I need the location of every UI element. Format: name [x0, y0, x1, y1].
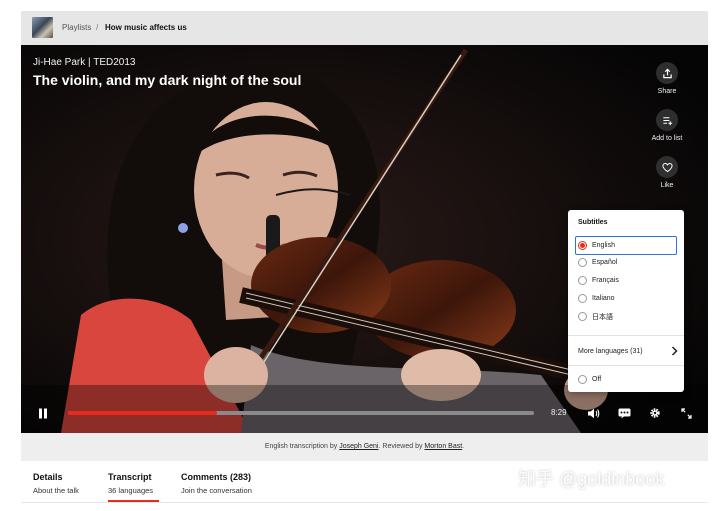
like-label: Like [660, 182, 674, 189]
subtitle-option-english[interactable]: English [575, 236, 677, 255]
radio-icon [578, 312, 587, 321]
add-to-list-icon[interactable] [656, 109, 678, 131]
transcript-credit: English transcription by Joseph Geni. Re… [21, 443, 708, 450]
subtitle-option-japanese[interactable]: 日本語 [576, 308, 676, 325]
subtitle-option-francais[interactable]: Français [576, 272, 676, 289]
subtitle-option-label: English [592, 242, 615, 249]
add-to-list-label: Add to list [651, 135, 683, 142]
menu-divider [568, 365, 684, 366]
credit-middle: . Reviewed by [378, 443, 423, 450]
share-icon[interactable] [656, 62, 678, 84]
playlist-thumbnail[interactable] [32, 17, 53, 38]
progress-bar[interactable] [68, 411, 534, 415]
radio-icon [578, 276, 587, 285]
radio-icon [578, 294, 587, 303]
fullscreen-button[interactable] [677, 404, 695, 422]
volume-button[interactable] [584, 404, 602, 422]
subtitle-option-label: Español [592, 259, 618, 266]
gear-icon [650, 408, 660, 418]
subtitle-option-italiano[interactable]: Italiano [576, 290, 676, 307]
tab-label: Comments (283) [181, 472, 252, 482]
add-to-list-action[interactable]: Add to list [637, 109, 697, 142]
chevron-right-icon [671, 346, 678, 356]
tab-label: Details [33, 472, 63, 482]
radio-icon [578, 241, 587, 250]
pause-button[interactable] [35, 405, 51, 421]
credit-prefix: English transcription by [264, 443, 338, 450]
speaker-name: Ji-Hae Park | TED2013 [33, 57, 136, 68]
tab-transcript[interactable]: Transcript 36 languages [108, 472, 153, 495]
tab-label: Transcript [108, 472, 152, 482]
subtitle-option-label: Off [592, 376, 602, 383]
tab-sublabel: About the talk [33, 486, 79, 495]
settings-button[interactable] [646, 404, 664, 422]
tab-sublabel: 36 languages [108, 486, 154, 495]
reviewer-link[interactable]: Morton Bast [424, 443, 462, 450]
like-action[interactable]: Like [637, 156, 697, 189]
time-remaining: 8:29 [551, 408, 567, 417]
breadcrumb-separator: / [96, 23, 99, 32]
share-action[interactable]: Share [637, 62, 697, 95]
subtitles-menu: Subtitles English Español Français Itali… [568, 210, 684, 392]
subtitles-icon [618, 408, 630, 418]
subtitle-option-label: Français [592, 277, 619, 284]
tab-details[interactable]: Details About the talk [33, 472, 79, 495]
transcriber-link[interactable]: Joseph Geni [339, 443, 378, 450]
radio-icon [578, 375, 587, 384]
subtitle-option-off[interactable]: Off [576, 371, 676, 388]
progress-fill [68, 411, 218, 415]
pause-icon [39, 408, 47, 418]
subtitles-button[interactable] [615, 404, 633, 422]
subtitle-option-label: 日本語 [592, 313, 613, 321]
fullscreen-icon [680, 407, 692, 419]
more-languages-label: More languages (31) [578, 347, 643, 355]
menu-divider [568, 335, 684, 336]
tab-comments[interactable]: Comments (283) Join the conversation [181, 472, 252, 495]
subtitle-option-label: Italiano [592, 295, 615, 302]
subtitles-heading: Subtitles [578, 219, 608, 226]
tabs-divider [21, 502, 708, 503]
breadcrumb-playlists-link[interactable]: Playlists [62, 23, 91, 32]
transcript-credit-bar: English transcription by Joseph Geni. Re… [21, 433, 708, 461]
subtitle-option-espanol[interactable]: Español [576, 254, 676, 271]
credit-suffix: . [462, 443, 465, 450]
volume-icon [587, 408, 599, 418]
more-languages-button[interactable]: More languages (31) [578, 344, 678, 358]
breadcrumb-current: How music affects us [105, 23, 187, 32]
share-label: Share [657, 88, 677, 95]
watermark: 知乎 @goldinbook [518, 469, 665, 489]
radio-icon [578, 258, 587, 267]
tab-sublabel: Join the conversation [181, 486, 252, 495]
breadcrumb-bar: Playlists / How music affects us [21, 11, 708, 45]
talk-title: The violin, and my dark night of the sou… [33, 72, 302, 88]
heart-icon[interactable] [656, 156, 678, 178]
